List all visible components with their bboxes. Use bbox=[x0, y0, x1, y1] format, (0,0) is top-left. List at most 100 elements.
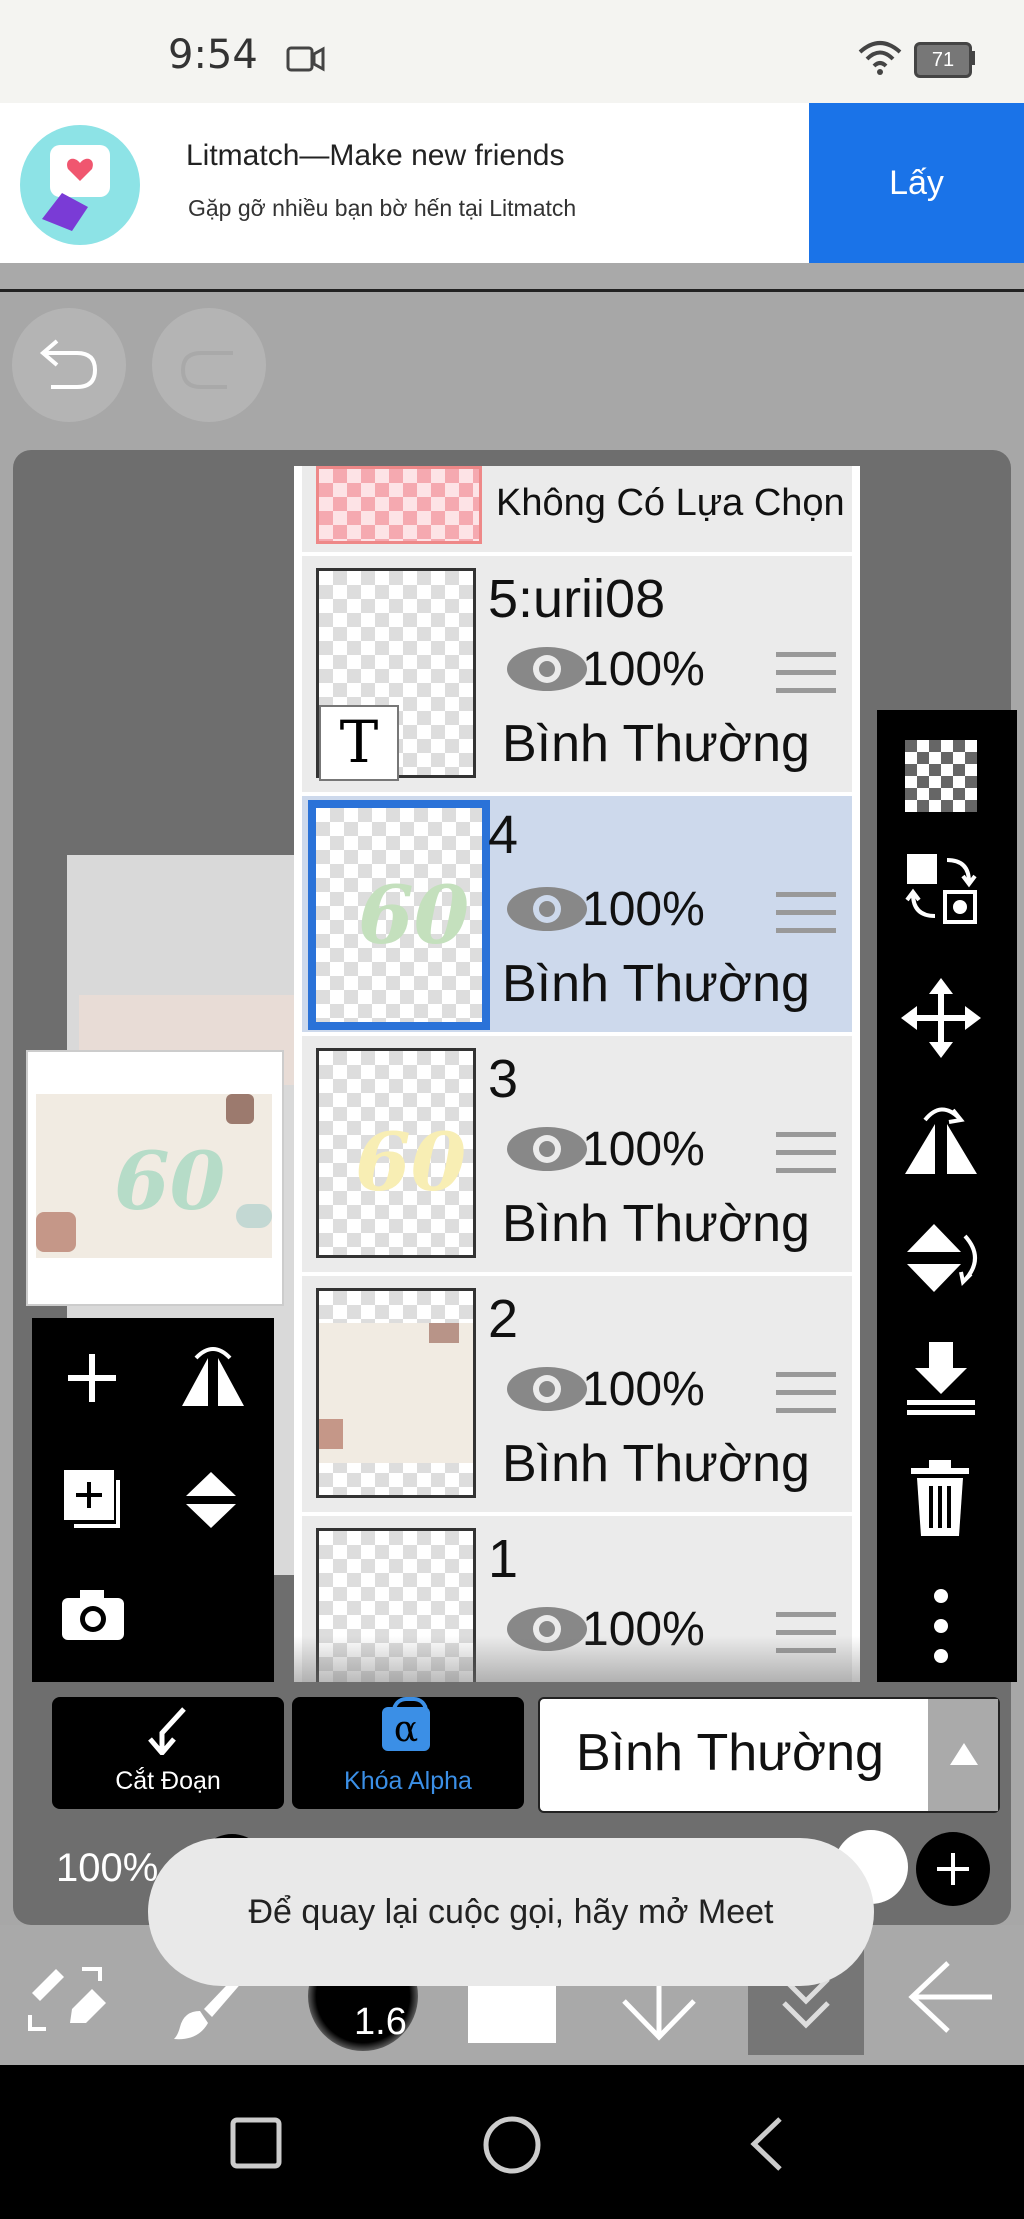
layer-opacity: 100% bbox=[582, 1363, 705, 1416]
layer-artwork bbox=[319, 1323, 473, 1463]
left-toolbar bbox=[32, 1318, 274, 1682]
eye-icon[interactable] bbox=[504, 644, 590, 694]
recent-apps-icon[interactable] bbox=[230, 2117, 282, 2169]
redo-icon bbox=[180, 351, 233, 389]
layer-row-selected[interactable]: 60 4 100% Bình Thường bbox=[302, 796, 852, 1036]
chevron-up-icon bbox=[950, 1743, 978, 1765]
drag-handle-icon[interactable] bbox=[776, 892, 836, 946]
status-time: 9:54 bbox=[168, 32, 258, 78]
camera-button[interactable] bbox=[58, 1586, 128, 1642]
layer-opacity: 100% bbox=[582, 1123, 705, 1176]
clipping-label: Cắt Đoạn bbox=[115, 1767, 221, 1795]
checkerboard-icon[interactable] bbox=[905, 740, 977, 812]
drag-handle-icon[interactable] bbox=[776, 1132, 836, 1186]
toast-text: Để quay lại cuộc gọi, hãy mở Meet bbox=[248, 1892, 774, 1931]
flip-vertical-icon[interactable] bbox=[901, 1218, 981, 1298]
ad-get-button[interactable]: Lấy bbox=[809, 103, 1024, 263]
layer-thumbnail: 60 bbox=[316, 1048, 476, 1258]
toast-message: Để quay lại cuộc gọi, hãy mở Meet bbox=[148, 1838, 874, 1986]
layer-blend-mode: Bình Thường bbox=[502, 955, 810, 1013]
layer-name: 5:urii08 bbox=[488, 569, 666, 629]
layer-name: 4 bbox=[488, 805, 519, 865]
blend-mode-value: Bình Thường bbox=[576, 1724, 884, 1782]
layer-blend-mode: Bình Thường bbox=[502, 715, 810, 773]
eye-icon[interactable] bbox=[504, 884, 590, 934]
layer-row[interactable]: T 5:urii08 100% Bình Thường bbox=[302, 556, 852, 796]
opacity-increase-button[interactable] bbox=[916, 1832, 990, 1906]
layer-thumbnail: T bbox=[316, 568, 476, 781]
layer-name: 1 bbox=[488, 1529, 519, 1589]
layer-artwork: 60 bbox=[358, 868, 470, 962]
selection-label: Không Có Lựa Chọn bbox=[496, 482, 845, 524]
preview-shape bbox=[236, 1204, 272, 1228]
artwork-shape bbox=[429, 1323, 459, 1343]
move-icon[interactable] bbox=[901, 978, 981, 1058]
blend-mode-select[interactable]: Bình Thường bbox=[538, 1697, 1000, 1813]
right-toolbar bbox=[877, 710, 1017, 1682]
layer-row[interactable]: 2 100% Bình Thường bbox=[302, 1276, 852, 1516]
pen-eraser-toggle-icon[interactable] bbox=[26, 1959, 116, 2039]
litmatch-logo-icon bbox=[20, 125, 140, 245]
undo-button[interactable] bbox=[12, 308, 126, 422]
battery-tip bbox=[970, 51, 975, 65]
ad-banner[interactable]: Litmatch—Make new friends Gặp gỡ nhiều b… bbox=[0, 103, 1024, 263]
artwork-shape bbox=[319, 1419, 343, 1449]
scroll-fade bbox=[294, 1636, 860, 1682]
status-bar: 9:54 71 bbox=[0, 0, 1024, 103]
redo-button[interactable] bbox=[152, 308, 266, 422]
ad-subtitle: Gặp gỡ nhiều bạn bờ hến tại Litmatch bbox=[188, 195, 577, 221]
preview-shape bbox=[36, 1212, 76, 1252]
battery-level: 71 bbox=[931, 48, 955, 71]
eye-icon[interactable] bbox=[504, 1364, 590, 1414]
alpha-lock-label: Khóa Alpha bbox=[344, 1767, 472, 1795]
wifi-icon bbox=[858, 41, 902, 75]
layer-blend-mode: Bình Thường bbox=[502, 1435, 810, 1493]
add-layer-button[interactable] bbox=[62, 1348, 122, 1408]
selection-layer-row[interactable]: Không Có Lựa Chọn bbox=[302, 466, 852, 556]
flip-vertical-button[interactable] bbox=[178, 1466, 248, 1532]
ad-title: Litmatch—Make new friends bbox=[186, 139, 565, 172]
preview-artwork: 60 bbox=[36, 1094, 272, 1258]
battery-icon: 71 bbox=[914, 42, 972, 78]
merge-down-icon[interactable] bbox=[901, 1338, 981, 1418]
duplicate-layer-button[interactable] bbox=[60, 1466, 126, 1532]
clip-arrow-icon bbox=[148, 1707, 186, 1755]
drag-handle-icon[interactable] bbox=[776, 652, 836, 706]
layer-opacity: 100% bbox=[582, 643, 705, 696]
preview-shape bbox=[226, 1094, 254, 1124]
opacity-value: 100% bbox=[56, 1846, 159, 1890]
text-layer-icon: T bbox=[319, 705, 399, 781]
lock-shackle bbox=[392, 1697, 428, 1717]
brush-size-value: 1.6 bbox=[354, 2001, 407, 2043]
more-options-icon[interactable] bbox=[931, 1588, 951, 1664]
plus-icon bbox=[937, 1853, 969, 1885]
video-camera-icon bbox=[286, 46, 325, 72]
navigation-bar bbox=[0, 2065, 1024, 2219]
trash-icon[interactable] bbox=[907, 1458, 973, 1538]
layer-thumbnail: 60 bbox=[308, 800, 490, 1030]
flip-horizontal-icon[interactable] bbox=[901, 1098, 981, 1178]
undo-icon bbox=[39, 339, 98, 389]
drag-handle-icon[interactable] bbox=[776, 1372, 836, 1426]
back-arrow-icon[interactable] bbox=[906, 1959, 996, 2035]
flip-horizontal-button[interactable] bbox=[178, 1344, 248, 1410]
canvas-preview[interactable]: 60 bbox=[26, 1050, 284, 1306]
clipping-button[interactable]: Cắt Đoạn bbox=[52, 1697, 284, 1809]
alpha-lock-button[interactable]: α Khóa Alpha bbox=[292, 1697, 524, 1809]
layer-thumbnail bbox=[316, 1288, 476, 1498]
layer-artwork: 60 bbox=[355, 1115, 467, 1209]
ad-get-label: Lấy bbox=[889, 163, 944, 202]
blend-mode-dropdown[interactable] bbox=[928, 1699, 998, 1811]
layer-opacity: 100% bbox=[582, 883, 705, 936]
layers-panel: Không Có Lựa Chọn T 5:urii08 100% Bình T… bbox=[294, 466, 860, 1682]
eye-icon[interactable] bbox=[504, 1124, 590, 1174]
layer-row[interactable]: 60 3 100% Bình Thường bbox=[302, 1036, 852, 1276]
back-icon[interactable] bbox=[748, 2115, 784, 2173]
transform-selection-icon[interactable] bbox=[903, 850, 979, 926]
layer-blend-mode: Bình Thường bbox=[502, 1195, 810, 1253]
preview-lettering: 60 bbox=[114, 1134, 226, 1228]
selection-thumbnail bbox=[316, 466, 482, 544]
layer-name: 3 bbox=[488, 1049, 519, 1109]
home-icon[interactable] bbox=[482, 2115, 542, 2175]
layer-name: 2 bbox=[488, 1289, 519, 1349]
